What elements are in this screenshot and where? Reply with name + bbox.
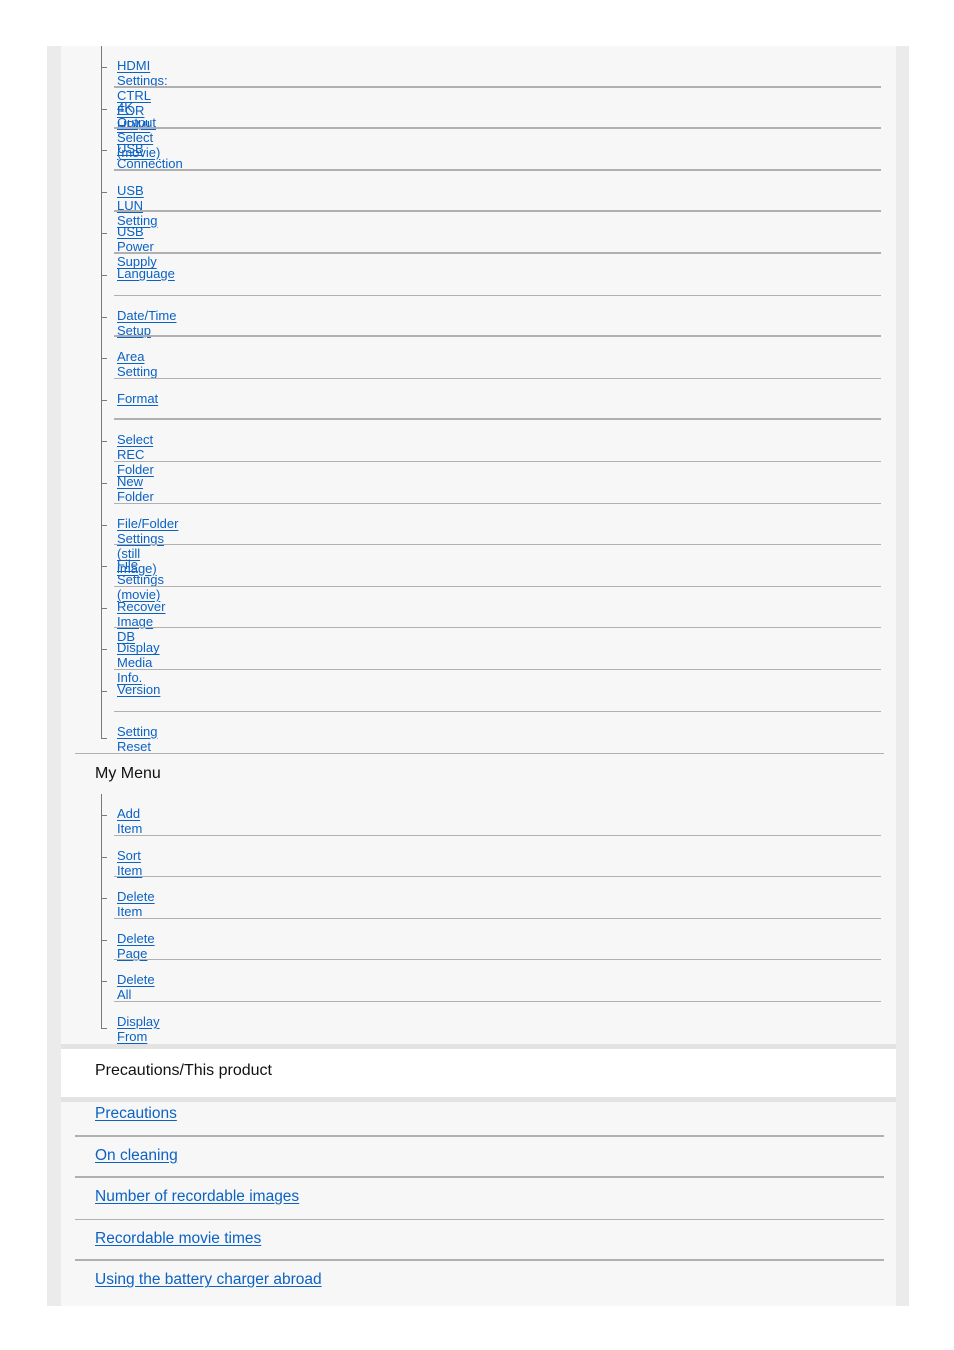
row-divider: [114, 1000, 881, 1002]
row-divider: [114, 959, 881, 961]
menu-link[interactable]: Version: [117, 682, 160, 697]
menu-link[interactable]: Recover Image DB: [117, 599, 165, 644]
row-divider: [114, 418, 881, 421]
row-divider: [114, 585, 881, 587]
precautions-link[interactable]: Recordable movie times: [95, 1230, 261, 1248]
menu-link[interactable]: New Folder: [117, 474, 154, 504]
tree-line: [101, 794, 102, 1029]
tree-tick: [102, 607, 107, 609]
section-divider: [75, 753, 884, 754]
tree-corner: [101, 737, 107, 739]
row-divider: [114, 210, 881, 213]
precautions-link[interactable]: Number of recordable images: [95, 1188, 299, 1206]
precautions-item: Precautions: [75, 1095, 884, 1137]
row-divider: [114, 251, 881, 254]
row-divider: [114, 544, 881, 546]
tree-tick: [102, 939, 107, 941]
row-divider: [114, 85, 881, 88]
row-divider: [114, 834, 881, 836]
tree-tick: [102, 566, 107, 568]
row-divider: [114, 335, 881, 338]
precautions-link[interactable]: Using the battery charger abroad: [95, 1271, 322, 1289]
menu-link[interactable]: Date/Time Setup: [117, 308, 176, 338]
precautions-item: Number of recordable images: [75, 1178, 884, 1220]
precautions-item: Recordable movie times: [75, 1220, 884, 1262]
row-divider: [114, 502, 881, 504]
tree-tick: [102, 441, 107, 443]
precautions-list: Precautions On cleaning Number of recordab…: [75, 1095, 884, 1303]
tree-tick: [102, 815, 107, 816]
row-divider: [114, 917, 881, 919]
menu-link[interactable]: Delete All: [117, 972, 155, 1002]
precautions-link[interactable]: On cleaning: [95, 1147, 178, 1165]
menu-link[interactable]: Sort Item: [117, 848, 142, 878]
menu-link[interactable]: Delete Item: [117, 889, 155, 919]
menu-link[interactable]: Delete Page: [117, 931, 155, 961]
menu-link[interactable]: Setting Reset: [117, 724, 157, 754]
menu-link[interactable]: Select REC Folder: [117, 432, 154, 477]
my-menu-heading: My Menu: [95, 765, 161, 782]
row-divider: [114, 377, 881, 379]
tree-tick: [102, 524, 107, 526]
row-divider: [114, 127, 881, 130]
row-divider: [114, 168, 881, 171]
precautions-item: On cleaning: [75, 1137, 884, 1179]
menu-link[interactable]: USB LUN Setting: [117, 183, 157, 228]
precautions-item: Using the battery charger abroad: [75, 1261, 884, 1303]
tree-tick: [102, 482, 107, 484]
menu-link[interactable]: Language: [117, 266, 175, 281]
menu-link[interactable]: USB Connection: [117, 141, 183, 171]
tree-tick: [102, 316, 107, 318]
tree-tick: [102, 150, 107, 152]
menu-link[interactable]: File Settings (movie): [117, 557, 164, 602]
tree-tick: [102, 358, 107, 360]
menu-link[interactable]: Add Item: [117, 806, 142, 836]
tree-tick: [102, 274, 107, 276]
tree-tick: [102, 233, 107, 235]
menu-link[interactable]: USB Power Supply: [117, 224, 157, 269]
tree-tick: [102, 399, 107, 401]
menu-link[interactable]: Display Media Info.: [117, 640, 160, 685]
tree-corner: [101, 1027, 107, 1029]
tree-tick: [102, 856, 107, 858]
tree-tick: [102, 898, 107, 900]
category-title: Precautions/This product: [95, 1062, 272, 1079]
tree-tick: [102, 108, 107, 110]
menu-link[interactable]: Format: [117, 391, 158, 406]
tree-tick: [102, 191, 107, 193]
row-divider: [114, 460, 881, 462]
precautions-link[interactable]: Precautions: [95, 1105, 177, 1123]
tree-tick: [102, 690, 107, 692]
tree-tick: [102, 981, 107, 983]
row-divider: [114, 710, 881, 712]
tree-tick: [102, 67, 107, 68]
tree-tick: [102, 649, 107, 651]
category-header: Precautions/This product: [61, 1044, 896, 1102]
row-divider: [114, 294, 881, 296]
menu-link[interactable]: Area Setting: [117, 349, 157, 379]
row-divider: [114, 668, 881, 670]
row-divider: [114, 627, 881, 629]
row-divider: [114, 876, 881, 878]
